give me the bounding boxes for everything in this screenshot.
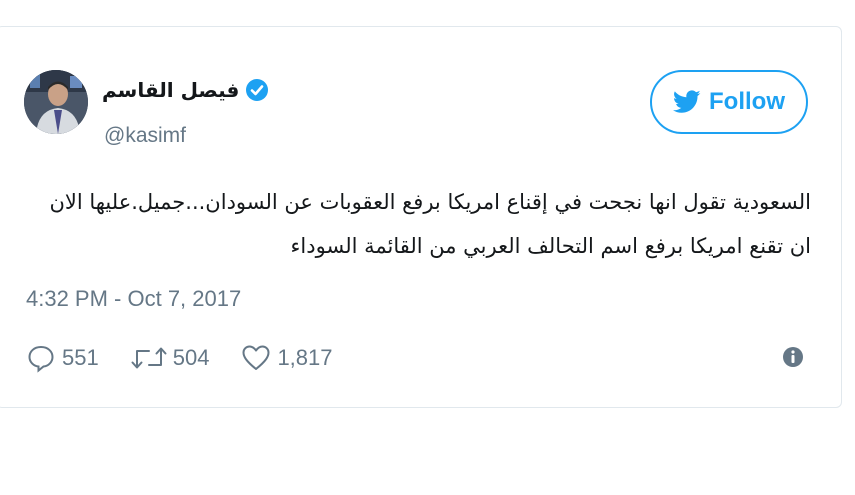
tweet-line-1: السعودية تقول انها نجحت في إقناع امريكا … — [49, 190, 811, 214]
reply-count: 551 — [62, 345, 99, 370]
tweet-text: السعودية تقول انها نجحت في إقناع امريكا … — [21, 180, 811, 268]
retweet-count: 504 — [172, 345, 210, 370]
display-name[interactable]: فيصل القاسم — [102, 78, 239, 102]
like-icon — [242, 345, 270, 370]
avatar[interactable] — [24, 70, 88, 134]
retweet-icon — [131, 347, 167, 369]
twitter-bird-icon — [673, 90, 701, 113]
action-bar: 551 504 1,817 — [26, 340, 365, 376]
reply-icon — [28, 345, 54, 373]
reply-action[interactable]: 551 — [26, 343, 99, 373]
verified-badge-icon — [246, 79, 269, 101]
follow-button[interactable]: Follow — [650, 70, 808, 134]
info-icon[interactable] — [782, 346, 804, 368]
user-handle[interactable]: @kasimf — [104, 124, 186, 148]
retweet-action[interactable]: 504 — [131, 343, 210, 373]
like-action[interactable]: 1,817 — [241, 343, 333, 373]
tweet-line-2: ان تقنع امريكا برفع اسم التحالف العربي م… — [290, 234, 811, 258]
tweet-timestamp[interactable]: 4:32 PM - Oct 7, 2017 — [26, 286, 241, 312]
follow-label: Follow — [709, 88, 785, 115]
avatar-image — [24, 70, 88, 134]
name-row: فيصل القاسم — [102, 76, 269, 104]
like-count: 1,817 — [277, 345, 333, 370]
